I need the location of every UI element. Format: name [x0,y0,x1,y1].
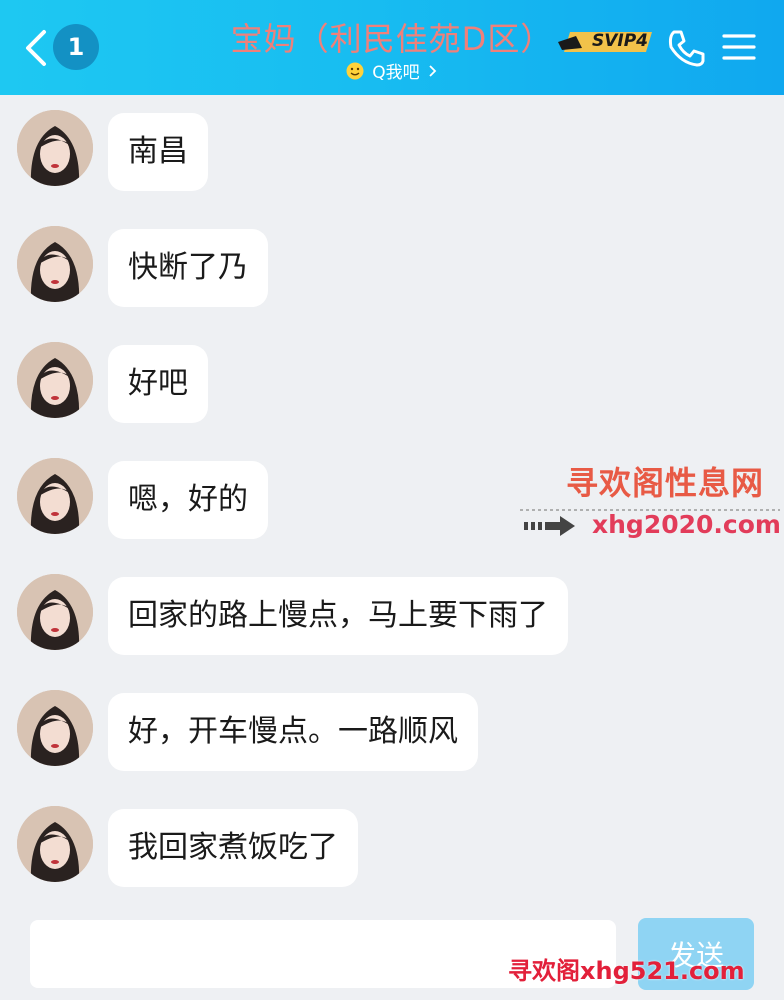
message-bubble[interactable]: 快断了乃 [108,229,268,307]
message-bubble[interactable]: 嗯，好的 [108,461,268,539]
avatar-portrait-icon [17,690,93,766]
avatar[interactable] [17,690,93,766]
message-row: 好吧 [0,327,784,423]
message-row: 回家的路上慢点，马上要下雨了 [0,559,784,655]
back-arrow-icon[interactable] [22,28,52,68]
message-bubble[interactable]: 南昌 [108,113,208,191]
message-row: 南昌 [0,95,784,191]
avatar[interactable] [17,574,93,650]
smile-icon [346,62,364,79]
unread-count-badge[interactable]: 1 [53,24,99,70]
watermark-arrow-icon [524,516,575,536]
message-bubble[interactable]: 好，开车慢点。一路顺风 [108,693,478,771]
message-row: 快断了乃 [0,211,784,307]
avatar-portrait-icon [17,342,93,418]
menu-icon[interactable] [722,32,756,62]
avatar-portrait-icon [17,806,93,882]
avatar[interactable] [17,110,93,186]
chat-title[interactable]: 宝妈（利民佳苑D区） [200,14,584,60]
chat-header: 1 宝妈（利民佳苑D区） Q我吧 SVIP4 [0,0,784,95]
message-bubble[interactable]: 回家的路上慢点，马上要下雨了 [108,577,568,655]
avatar-portrait-icon [17,458,93,534]
chat-subtitle[interactable]: Q我吧 [300,58,484,83]
subtitle-label: Q我吧 [372,63,420,83]
watermark-bottom: 寻欢阁xhg521.com [508,957,745,985]
message-row: 我回家煮饭吃了 [0,791,784,887]
avatar[interactable] [17,806,93,882]
avatar[interactable] [17,342,93,418]
avatar[interactable] [17,226,93,302]
avatar[interactable] [17,458,93,534]
watermark-title: 寻欢阁性息网 [566,464,765,502]
chevron-right-icon [429,64,436,77]
message-bubble[interactable]: 我回家煮饭吃了 [108,809,358,887]
avatar-portrait-icon [17,226,93,302]
avatar-portrait-icon [17,574,93,650]
vip-level-label: SVIP4 [592,31,649,51]
message-bubble[interactable]: 好吧 [108,345,208,423]
watermark-url: xhg2020.com [592,510,781,539]
message-row: 好，开车慢点。一路顺风 [0,675,784,771]
avatar-portrait-icon [17,110,93,186]
phone-icon[interactable] [666,28,706,68]
